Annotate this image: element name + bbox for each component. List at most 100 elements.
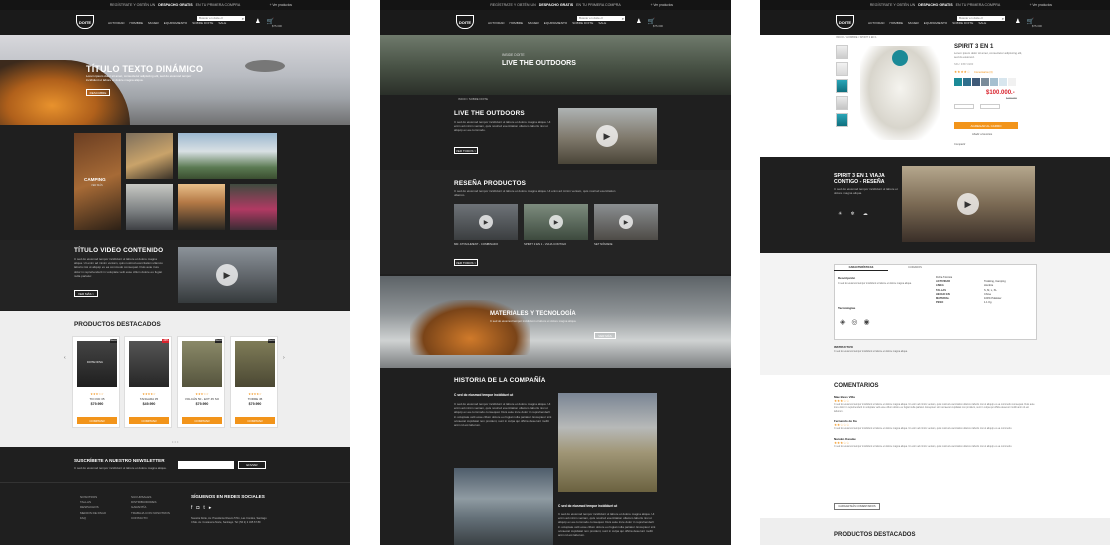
- review-video[interactable]: ▶: [454, 204, 518, 240]
- gallery-thumb[interactable]: [836, 113, 848, 127]
- review-video[interactable]: ▶: [594, 204, 658, 240]
- color-swatch[interactable]: [954, 78, 962, 86]
- nav-item-equipamiento[interactable]: EQUIPAMIENTO: [164, 21, 187, 25]
- gallery-thumb[interactable]: [836, 79, 848, 93]
- nav-item-hombre[interactable]: HOMBRE: [890, 21, 904, 25]
- nav-item-sale[interactable]: SALE: [218, 21, 226, 25]
- color-swatch[interactable]: [990, 78, 998, 86]
- product-card[interactable]: DOITE NOVA Nuevo ★★★☆☆ TIO KID 35 $79.99…: [72, 336, 120, 428]
- tile-sunset[interactable]: [178, 184, 225, 230]
- load-more-comments-button[interactable]: CARGAR MÁS COMENTARIOS: [834, 503, 880, 510]
- search-input[interactable]: Buscar en doite.cl ⌕: [577, 16, 625, 21]
- user-icon[interactable]: ♟: [255, 18, 260, 25]
- nav-item-actividad[interactable]: ACTIVIDAD: [868, 21, 885, 25]
- live-more-button[interactable]: VER TODOS >: [454, 147, 478, 154]
- nav-item-mujer[interactable]: MUJER: [528, 21, 539, 25]
- tab-caracteristicas[interactable]: CARACTERÍSTICAS: [834, 264, 888, 271]
- footer-link[interactable]: CONTACTO: [131, 516, 170, 521]
- tile-camping[interactable]: CAMPING VER MÁS: [74, 133, 121, 230]
- color-swatch[interactable]: [972, 78, 980, 86]
- color-swatch[interactable]: [1008, 78, 1016, 86]
- product-card[interactable]: Nuevo ★★★☆☆ VOLCÁN 50 - EXT 45 SO $79.99…: [177, 336, 225, 428]
- hero-button[interactable]: DESCUBRE: [86, 89, 110, 96]
- tile-hiking[interactable]: [178, 133, 277, 179]
- nav-item-sobre-doite[interactable]: SOBRE DOITE: [192, 21, 213, 25]
- play-icon[interactable]: ▶: [549, 215, 563, 229]
- nav-item-actividad[interactable]: ACTIVIDAD: [108, 21, 125, 25]
- newsletter-submit-button[interactable]: ENVIAR: [238, 461, 266, 469]
- search-icon[interactable]: ⌕: [1002, 16, 1004, 21]
- product-main-image[interactable]: [860, 46, 940, 140]
- buy-button[interactable]: COMPRAR: [235, 417, 275, 424]
- play-icon[interactable]: ▶: [479, 215, 493, 229]
- nav-item-sale[interactable]: SALE: [978, 21, 986, 25]
- play-icon[interactable]: ▶: [957, 193, 979, 215]
- play-icon[interactable]: ▶: [619, 215, 633, 229]
- user-icon[interactable]: ♟: [636, 18, 641, 25]
- tile-snow-camp[interactable]: [126, 184, 173, 230]
- carousel-next-icon[interactable]: ›: [283, 355, 285, 361]
- product-card[interactable]: -40% ★★★★☆ TANGARA 35 $49.990 COMPRAR: [124, 336, 172, 428]
- instagram-icon[interactable]: ◘: [196, 505, 199, 511]
- nav-item-hombre[interactable]: HOMBRE: [510, 21, 524, 25]
- carousel-dots[interactable]: • • •: [172, 439, 178, 444]
- newsletter-email-input[interactable]: [178, 461, 234, 469]
- buy-button[interactable]: COMPRAR: [129, 417, 169, 424]
- video-more-button[interactable]: VER MÁS >: [74, 290, 98, 297]
- user-icon[interactable]: ♟: [1015, 18, 1020, 25]
- reviews-more-button[interactable]: VER TODOS >: [454, 259, 478, 266]
- nav-item-equipamiento[interactable]: EQUIPAMIENTO: [544, 21, 567, 25]
- play-icon[interactable]: ▶: [596, 125, 618, 147]
- brand-logo[interactable]: DOITE: [456, 15, 474, 29]
- breadcrumb[interactable]: INICIO / HOMBRE / SPIRIT 3 EN 1: [836, 36, 877, 39]
- brand-logo[interactable]: DOITE: [836, 15, 854, 29]
- gallery-thumb[interactable]: [836, 62, 848, 76]
- footer-link[interactable]: FAQ: [80, 516, 106, 521]
- search-icon[interactable]: ⌕: [242, 16, 244, 21]
- tab-cuidados[interactable]: CUIDADOS: [888, 264, 942, 271]
- nav-item-sobre-doite[interactable]: SOBRE DOITE: [572, 21, 593, 25]
- review-label[interactable]: MR. ATTACHMENT - COMBINADO: [454, 242, 498, 246]
- size-select[interactable]: [954, 104, 974, 109]
- nav-item-mujer[interactable]: MUJER: [908, 21, 919, 25]
- nav-item-actividad[interactable]: ACTIVIDAD: [488, 21, 505, 25]
- nav-item-mujer[interactable]: MUJER: [148, 21, 159, 25]
- search-input[interactable]: Buscar en doite.cl ⌕: [957, 16, 1005, 21]
- nav-item-equipamiento[interactable]: EQUIPAMIENTO: [924, 21, 947, 25]
- brand-logo[interactable]: DOITE: [76, 15, 94, 29]
- video-player[interactable]: ▶: [178, 247, 277, 303]
- wishlist-link[interactable]: Añadir a favoritos: [972, 133, 992, 136]
- review-video[interactable]: ▶: [524, 204, 588, 240]
- live-video[interactable]: ▶: [558, 108, 657, 164]
- tile-woman-pink[interactable]: [230, 184, 277, 230]
- buy-button[interactable]: COMPRAR: [182, 417, 222, 424]
- youtube-icon[interactable]: ▸: [209, 505, 212, 511]
- add-to-cart-button[interactable]: AGREGAR AL CARRO: [954, 122, 1018, 129]
- twitter-icon[interactable]: t: [203, 505, 204, 511]
- gallery-thumb[interactable]: [836, 45, 848, 59]
- color-swatch[interactable]: [963, 78, 971, 86]
- carousel-prev-icon[interactable]: ‹: [64, 355, 66, 361]
- promo-link[interactable]: + Ver productos: [1030, 3, 1052, 7]
- promo-link[interactable]: + Ver productos: [270, 3, 292, 7]
- promo-link[interactable]: + Ver productos: [651, 3, 673, 7]
- nav-item-sale[interactable]: SALE: [598, 21, 606, 25]
- color-swatch[interactable]: [981, 78, 989, 86]
- review-label[interactable]: SPIRIT 3 EN 1 - VIAJA CONTIGO: [524, 242, 566, 246]
- product-video-player[interactable]: ▶: [902, 166, 1035, 242]
- play-icon[interactable]: ▶: [216, 264, 238, 286]
- search-input[interactable]: Buscar en doite.cl ⌕: [197, 16, 245, 21]
- breadcrumb[interactable]: INICIO / SOBRE DOITE: [458, 97, 488, 101]
- search-icon[interactable]: ⌕: [622, 16, 624, 21]
- color-swatch[interactable]: [999, 78, 1007, 86]
- review-label[interactable]: SET NÓMADE: [594, 242, 612, 246]
- facebook-icon[interactable]: f: [191, 505, 192, 511]
- tile-climbing[interactable]: [126, 133, 173, 179]
- reviews-link[interactable]: Comentarios (3): [974, 71, 993, 74]
- buy-button[interactable]: COMPRAR: [77, 417, 117, 424]
- gallery-thumb[interactable]: [836, 96, 848, 110]
- product-card[interactable]: Nuevo ★★★★☆ TORRE 45 $79.990 COMPRAR: [230, 336, 278, 428]
- quantity-stepper[interactable]: [980, 104, 1000, 109]
- nav-item-sobre-doite[interactable]: SOBRE DOITE: [952, 21, 973, 25]
- materials-button[interactable]: VER MÁS: [594, 332, 616, 339]
